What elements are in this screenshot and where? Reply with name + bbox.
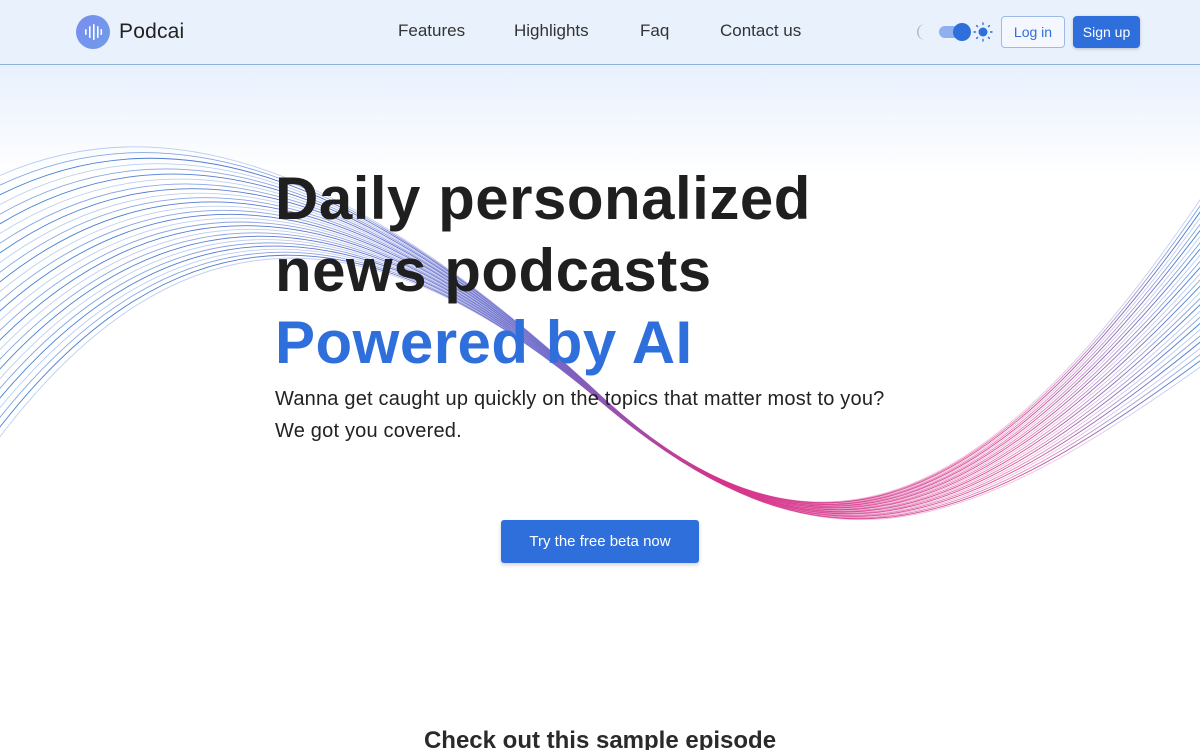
hero-title-line1: Daily personalized xyxy=(275,165,811,232)
login-button[interactable]: Log in xyxy=(1001,16,1065,48)
sun-icon xyxy=(973,22,993,47)
hero-title-accent: Powered by AI xyxy=(275,309,693,376)
nav-contact-us[interactable]: Contact us xyxy=(720,21,801,41)
nav-highlights[interactable]: Highlights xyxy=(514,21,589,41)
theme-toggle[interactable] xyxy=(939,23,971,41)
nav-faq[interactable]: Faq xyxy=(640,21,669,41)
hero-subtitle-line1: Wanna get caught up quickly on the topic… xyxy=(275,388,885,410)
nav-features[interactable]: Features xyxy=(398,21,465,41)
theme-switcher xyxy=(914,22,994,42)
moon-icon xyxy=(914,23,930,46)
signup-button[interactable]: Sign up xyxy=(1073,16,1140,48)
try-beta-button[interactable]: Try the free beta now xyxy=(501,520,699,563)
hero-title-line2: news podcasts xyxy=(275,237,712,304)
toggle-knob xyxy=(953,23,971,41)
hero-background xyxy=(0,65,1200,175)
hero-subtitle-line2: We got you covered. xyxy=(275,420,462,442)
site-header: Podcai Features Highlights Faq Contact u… xyxy=(0,0,1200,65)
hero: Daily personalized news podcasts Powered… xyxy=(275,163,884,447)
sample-episode-heading: Check out this sample episode xyxy=(423,727,777,750)
